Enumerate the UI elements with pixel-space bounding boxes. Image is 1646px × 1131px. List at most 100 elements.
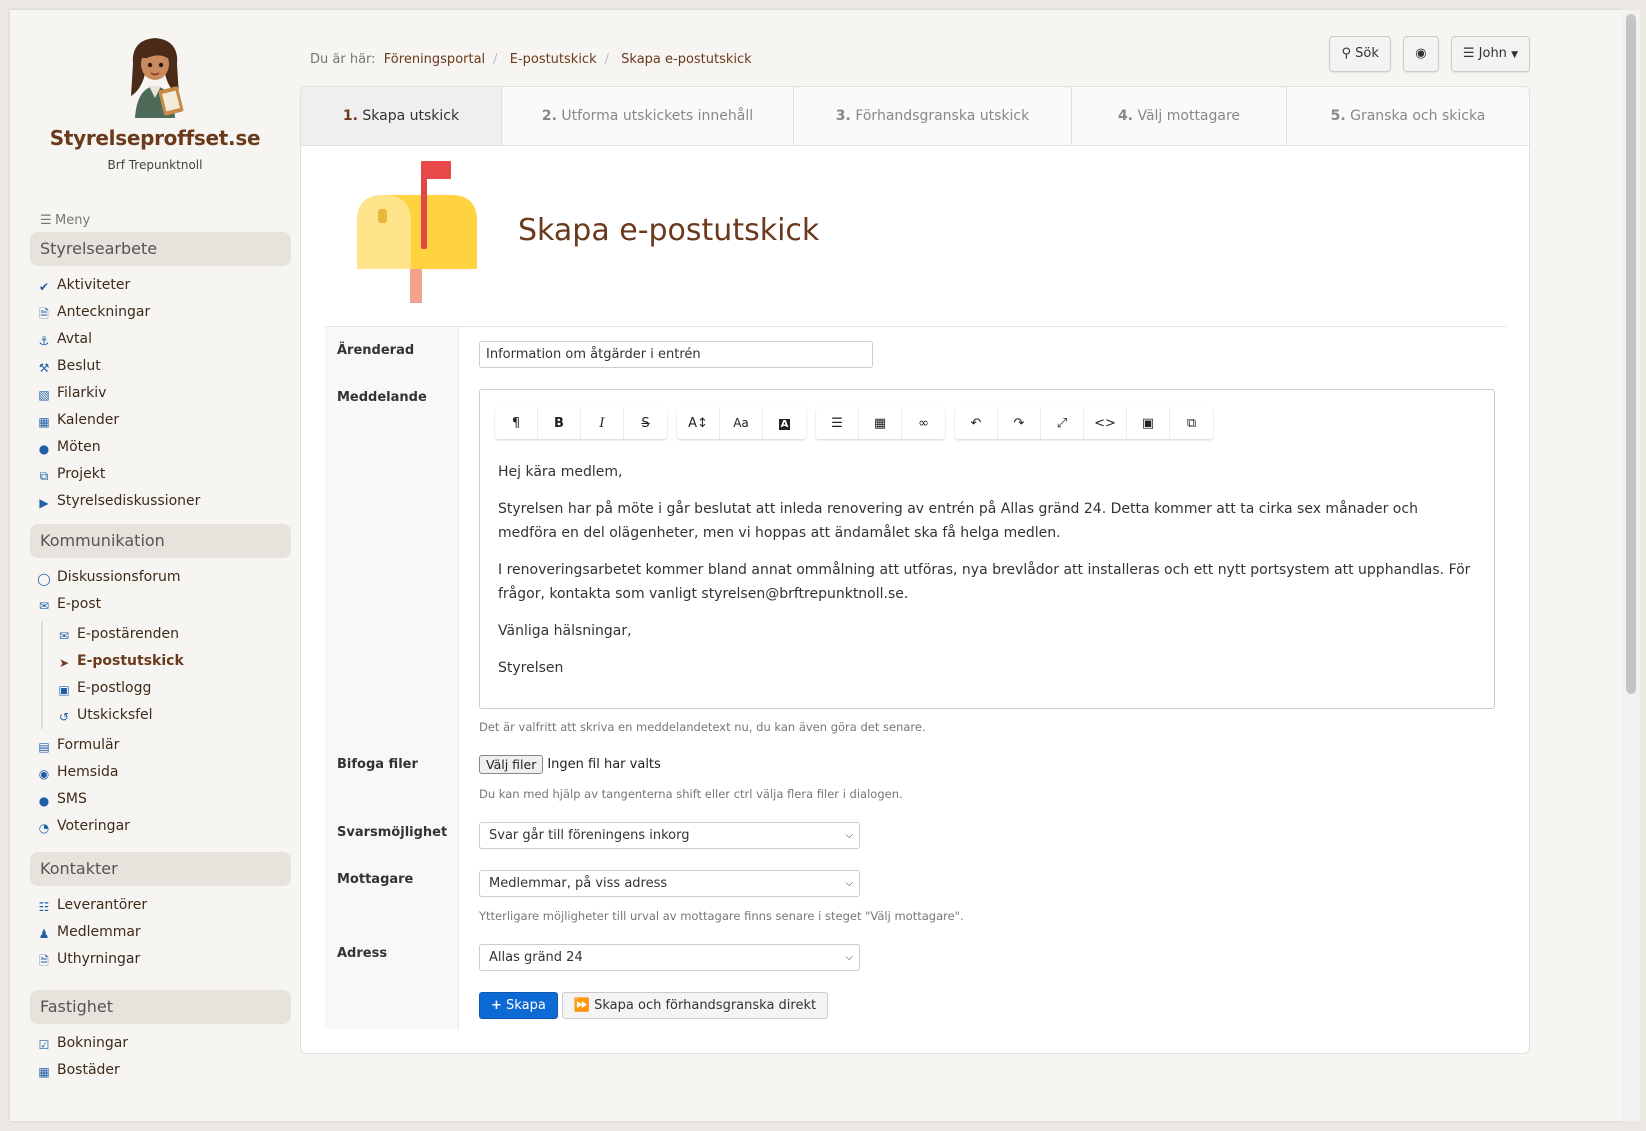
bold-icon[interactable]: B — [538, 408, 581, 439]
tab-step-3[interactable]: 3. Förhandsgranska utskick — [794, 87, 1072, 145]
label-column — [325, 327, 459, 1029]
italic-icon[interactable]: I — [581, 408, 624, 439]
section-fastighet: Fastighet ☑ Bokningar ▦ Bostäder — [30, 990, 291, 1084]
check-icon: ✔ — [38, 280, 50, 294]
sidebar-item-e-postarenden[interactable]: ✉ E-postärenden — [43, 621, 291, 648]
sidebar-item-projekt[interactable]: ⧉ Projekt — [30, 461, 291, 488]
tab-step-4[interactable]: 4. Välj mottagare — [1072, 87, 1287, 145]
sidebar-item-voteringar[interactable]: ◔ Voteringar — [30, 813, 291, 840]
address-label: Adress — [337, 946, 388, 961]
paper-plane-icon: ➤ — [58, 656, 70, 670]
message-paragraph: Vänliga hälsningar, — [498, 623, 632, 639]
sidebar-item-kalender[interactable]: ▦ Kalender — [30, 407, 291, 434]
user-icon: ♟ — [38, 927, 50, 941]
sidebar-item-leverantorer[interactable]: ☷ Leverantörer — [30, 892, 291, 919]
calendar-icon: ▦ — [38, 415, 50, 429]
paragraph-icon[interactable]: ¶ — [495, 408, 538, 439]
list-icon: ▤ — [38, 740, 50, 754]
redo-icon[interactable]: ↷ — [998, 408, 1041, 439]
sidebar-item-sms[interactable]: ● SMS — [30, 786, 291, 813]
message-paragraph: I renoveringsarbetet kommer bland annat … — [498, 562, 1471, 602]
recipients-select[interactable]: Medlemmar, på viss adress ⌵ — [479, 870, 860, 897]
sidebar-item-utskicksfel[interactable]: ↺ Utskicksfel — [43, 702, 291, 729]
link-icon[interactable]: ∞ — [902, 408, 945, 439]
search-icon: ⚲ — [1341, 46, 1351, 61]
subject-input[interactable]: Information om åtgärder i entrén — [479, 341, 873, 368]
text-color-icon[interactable]: A — [763, 408, 806, 439]
code-view-icon[interactable]: <> — [1084, 408, 1127, 439]
menu-toggle[interactable]: ☰ Meny — [40, 213, 90, 228]
attach-label: Bifoga filer — [337, 757, 418, 772]
recipients-help-text: Ytterligare möjligheter till urval av mo… — [479, 909, 964, 923]
breadcrumb-prefix: Du är här: — [310, 52, 376, 67]
message-help-text: Det är valfritt att skriva en meddelande… — [479, 720, 926, 734]
choose-files-button[interactable]: Välj filer — [479, 755, 544, 774]
brand-name: Styrelseproffset.se — [49, 126, 261, 150]
tab-step-2[interactable]: 2. Utforma utskickets innehåll — [502, 87, 794, 145]
font-size-icon[interactable]: A↕ — [677, 408, 720, 439]
sidebar-item-bostader[interactable]: ▦ Bostäder — [30, 1057, 291, 1084]
image-icon[interactable]: ▣ — [1127, 408, 1170, 439]
scrollbar-thumb[interactable] — [1626, 14, 1636, 694]
e-post-submenu: ✉ E-postärenden ➤ E-postutskick ▣ E-postlog… — [41, 621, 291, 729]
search-button[interactable]: ⚲ Sök — [1329, 36, 1391, 72]
message-paragraph: Hej kära medlem, — [498, 464, 623, 480]
reply-label: Svarsmöjlighet — [337, 825, 448, 840]
checkbox-icon: ☑ — [38, 1038, 50, 1052]
sidebar-item-e-postutskick[interactable]: ➤ E-postutskick — [43, 648, 291, 675]
address-select[interactable]: Allas gränd 24 ⌵ — [479, 944, 860, 971]
sidebar-item-aktiviteter[interactable]: ✔ Aktiviteter — [30, 272, 291, 299]
create-and-preview-button[interactable]: ⏩ Skapa och förhandsgranska direkt — [561, 992, 829, 1019]
menu-label: Meny — [55, 213, 91, 228]
message-editor[interactable]: ¶ B I S A↕ Aa A ☰ ▦ ∞ ↶ ↷ ⤢ <> ▣ ⧉ Hej k… — [479, 389, 1495, 709]
sidebar-item-medlemmar[interactable]: ♟ Medlemmar — [30, 919, 291, 946]
bulleted-list-icon[interactable]: ☰ — [816, 408, 859, 439]
user-menu-button[interactable]: ☰ John ▼ — [1450, 36, 1530, 72]
fullscreen-icon[interactable]: ⤢ — [1041, 408, 1084, 439]
megaphone-icon: ▶ — [39, 496, 49, 510]
breadcrumb-link-foreningsportal[interactable]: Föreningsportal — [384, 52, 485, 67]
sidebar-item-styrelsediskussioner[interactable]: ▶ Styrelsediskussioner — [30, 488, 291, 515]
sidebar: Styrelseproffset.se Brf Trepunktnoll ☰ Me… — [10, 10, 300, 1121]
envelope-icon: ✉ — [38, 599, 50, 613]
cart-icon: ☷ — [38, 900, 50, 914]
sidebar-item-filarkiv[interactable]: ▧ Filarkiv — [30, 380, 291, 407]
sidebar-item-hemsida[interactable]: ◉ Hemsida — [30, 759, 291, 786]
page-scrollbar[interactable] — [1622, 10, 1640, 1121]
sidebar-item-uthyrningar[interactable]: 🗎 Uthyrningar — [30, 946, 291, 973]
gavel-icon: ⚒ — [38, 361, 50, 375]
inbox-icon: ▣ — [58, 683, 70, 697]
hamburger-icon: ☰ — [40, 213, 52, 228]
sidebar-item-e-postlogg[interactable]: ▣ E-postlogg — [43, 675, 291, 702]
sidebar-item-diskussionsforum[interactable]: ◯ Diskussionsforum — [30, 564, 291, 591]
create-button[interactable]: + Skapa — [479, 992, 558, 1019]
section-kommunikation: Kommunikation ◯ Diskussionsforum ✉ E-post … — [30, 524, 291, 840]
sidebar-item-beslut[interactable]: ⚒ Beslut — [30, 353, 291, 380]
breadcrumb-current: Skapa e-postutskick — [621, 52, 752, 67]
sidebar-item-bokningar[interactable]: ☑ Bokningar — [30, 1030, 291, 1057]
logo[interactable]: Styrelseproffset.se Brf Trepunktnoll — [10, 34, 300, 172]
hamburger-icon: ☰ — [1462, 46, 1475, 61]
paste-icon[interactable]: ⧉ — [1170, 408, 1213, 439]
comments-icon: ◯ — [37, 572, 51, 586]
table-icon[interactable]: ▦ — [859, 408, 902, 439]
message-body[interactable]: Hej kära medlem, Styrelsen har på möte i… — [498, 460, 1478, 693]
envelope-icon: ✉ — [58, 629, 70, 643]
tab-step-5[interactable]: 5. Granska och skicka — [1287, 87, 1529, 145]
strikethrough-icon[interactable]: S — [624, 408, 667, 439]
sidebar-item-e-post[interactable]: ✉ E-post — [30, 591, 291, 618]
language-button[interactable]: ◉ — [1402, 36, 1439, 72]
main-panel: 1. Skapa utskick 2. Utforma utskickets i… — [300, 86, 1530, 1054]
sidebar-item-avtal[interactable]: ⚓ Avtal — [30, 326, 291, 353]
page-header: Skapa e-postutskick — [325, 157, 1507, 327]
sidebar-item-anteckningar[interactable]: 🗎 Anteckningar — [30, 299, 291, 326]
tab-step-1[interactable]: 1. Skapa utskick — [301, 87, 502, 145]
undo-icon[interactable]: ↶ — [955, 408, 998, 439]
building-icon: ▦ — [38, 1065, 50, 1079]
breadcrumb-link-e-postutskick[interactable]: E-postutskick — [510, 52, 597, 67]
section-styrelsearbete: Styrelsearbete ✔ Aktiviteter 🗎 Anteckninga… — [30, 232, 291, 515]
sidebar-item-formular[interactable]: ▤ Formulär — [30, 732, 291, 759]
reply-select[interactable]: Svar går till föreningens inkorg ⌵ — [479, 822, 860, 849]
sidebar-item-moten[interactable]: ● Möten — [30, 434, 291, 461]
font-family-icon[interactable]: Aa — [720, 408, 763, 439]
